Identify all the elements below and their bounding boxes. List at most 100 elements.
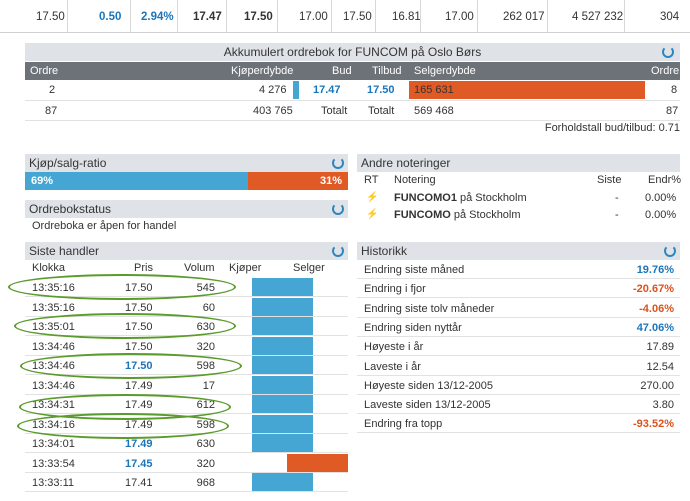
trade-time: 13:34:46 (32, 340, 75, 353)
trade-time: 13:33:54 (32, 457, 75, 470)
buyer-bar (252, 414, 313, 433)
trade-price: 17.50 (125, 301, 153, 314)
refresh-icon[interactable] (332, 245, 344, 257)
quote-bid: 17.47 (193, 11, 222, 23)
buyer-bar (252, 434, 313, 452)
divider (477, 0, 478, 33)
history-panel-title: Historikk (357, 242, 680, 260)
ratio-bar: 69% 31% (25, 172, 348, 190)
listings-col-last: Siste (597, 174, 622, 186)
quote-change-pct: 2.94% (141, 11, 174, 23)
refresh-icon[interactable] (662, 46, 674, 58)
trade-volume: 320 (196, 340, 215, 353)
orderbook-orders: 2 (49, 84, 56, 96)
trades-col-price: Pris (134, 262, 153, 274)
orderbook-buy-depth: 4 276 (259, 84, 287, 96)
trades-panel-title-text: Siste handler (29, 244, 100, 258)
ratio-sell-segment: 31% (248, 172, 348, 190)
history-row: Endring siste måned 19.76% (357, 260, 680, 279)
trade-volume: 60 (202, 301, 215, 314)
trade-row: 13:33:11 17.41 968 (25, 473, 348, 492)
history-row: Endring siden nyttår 47.06% (357, 318, 680, 337)
history-value: -93.52% (633, 418, 674, 431)
trade-time: 13:35:16 (32, 301, 75, 314)
listing-row[interactable]: ⚡ FUNCOMO1 på Stockholm - 0.00% (357, 190, 680, 206)
orderbook-header: Ordre Kjøperdybde Bud Tilbud Selgerdybde… (25, 62, 680, 80)
history-value: -20.67% (633, 283, 674, 296)
divider (375, 0, 376, 33)
ratio-sell-label: 31% (319, 175, 342, 187)
status-panel-title: Ordrebokstatus (25, 200, 348, 218)
orderbook-total-label-right: Totalt (368, 105, 395, 117)
listing-name: FUNCOMO på Stockholm (394, 209, 521, 221)
buyer-bar (252, 278, 313, 296)
history-label: Høyeste i år (364, 341, 424, 354)
buyer-bar (252, 375, 313, 394)
trade-volume: 320 (196, 457, 215, 470)
orderbook-col-sell-depth: Selgerdybde (414, 65, 476, 77)
orderbook-col-orders-right: Ordre (651, 65, 680, 77)
quote-change: 0.50 (99, 11, 122, 23)
listing-last: - (615, 209, 619, 221)
orderbook-orders-right: 8 (671, 84, 678, 96)
orderbook-title-text: Akkumulert ordrebok for FUNCOM på Oslo B… (223, 45, 482, 59)
history-label: Laveste siden 13/12-2005 (364, 399, 491, 412)
listings-col-listing: Notering (394, 174, 436, 186)
trade-time: 13:34:01 (32, 438, 75, 450)
trade-price: 17.49 (125, 438, 153, 450)
annotation-ellipse (8, 274, 236, 300)
history-label: Endring siste måned (364, 264, 465, 276)
orderbook-row: 2 4 276 17.47 17.50 165 631 8 (25, 80, 680, 100)
history-label: Høyeste siden 13/12-2005 (364, 379, 494, 392)
orderbook-buy-total: 403 765 (253, 105, 293, 117)
listings-col-change: Endr% (648, 174, 682, 186)
trade-price: 17.49 (125, 379, 153, 392)
listing-name: FUNCOMO1 på Stockholm (394, 192, 527, 204)
trade-time: 13:33:11 (32, 477, 75, 489)
history-label: Endring fra topp (364, 418, 443, 431)
history-value: -4.06% (639, 302, 674, 315)
status-panel-title-text: Ordrebokstatus (29, 202, 112, 216)
history-label: Endring siden nyttår (364, 321, 462, 334)
listing-ticker: FUNCOMO1 (394, 192, 457, 204)
history-value: 19.76% (636, 264, 674, 276)
trade-row: 13:33:54 17.45 320 (25, 453, 348, 473)
divider (130, 0, 131, 33)
buyer-bar (252, 336, 313, 355)
history-panel-title-text: Historikk (361, 244, 408, 258)
listings-col-rt: RT (364, 174, 379, 186)
refresh-icon[interactable] (332, 203, 344, 215)
refresh-icon[interactable] (664, 245, 676, 257)
refresh-icon[interactable] (332, 157, 344, 169)
trade-volume: 17 (202, 379, 215, 392)
buyer-bar (252, 297, 313, 316)
divider (420, 0, 421, 33)
seller-bar (287, 453, 348, 472)
listing-place: på Stockholm (460, 192, 527, 204)
quote-turnover: 4 527 232 (572, 11, 624, 23)
listing-ticker: FUNCOMO (394, 209, 451, 221)
ratio-buy-label: 69% (31, 175, 54, 187)
orderbook-ask: 17.50 (367, 84, 395, 96)
listing-last: - (615, 192, 619, 204)
listings-panel-title-text: Andre noteringer (361, 156, 451, 170)
divider (177, 0, 178, 33)
trades-header: Klokka Pris Volum Kjøper Selger (25, 260, 348, 276)
trade-price: 17.41 (125, 477, 153, 489)
orderbook-col-buy-depth: Kjøperdybde (231, 65, 294, 77)
quote-prev: 17.00 (445, 11, 474, 23)
history-row: Laveste siden 13/12-2005 3.80 (357, 395, 680, 415)
quote-open: 17.50 (343, 11, 372, 23)
status-text: Ordreboka er åpen for handel (32, 220, 177, 232)
trades-col-buyer: Kjøper (229, 262, 262, 274)
annotation-ellipse (20, 353, 242, 379)
trade-time: 13:34:46 (32, 379, 75, 392)
quote-strip: 17.50 0.50 2.94% 17.47 17.50 17.00 17.50… (0, 0, 690, 33)
trade-volume: 968 (196, 477, 215, 489)
divider (277, 0, 278, 33)
history-row: Høyeste i år 17.89 (357, 337, 680, 357)
annotation-ellipse (17, 413, 229, 439)
listing-row[interactable]: ⚡ FUNCOMO på Stockholm - 0.00% (357, 207, 680, 223)
quote-ask: 17.50 (244, 11, 273, 23)
orderbook-total-label-left: Totalt (321, 105, 348, 117)
